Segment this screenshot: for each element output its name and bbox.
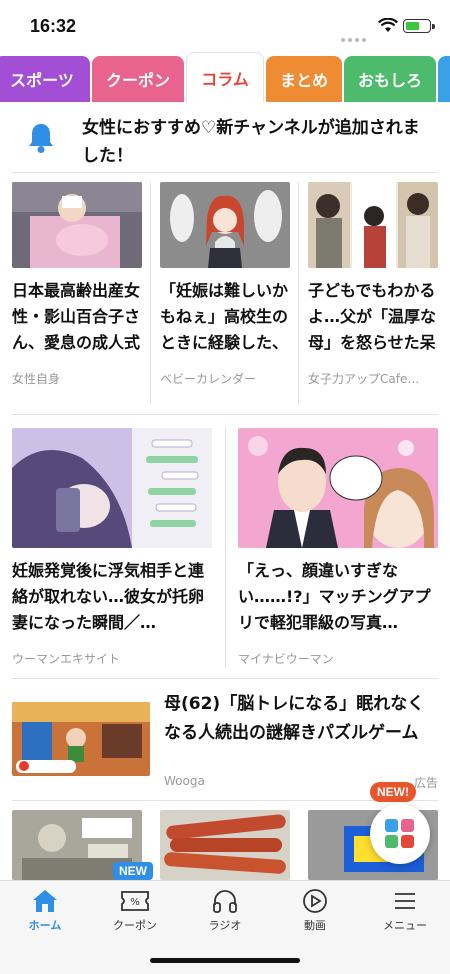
article-card[interactable]: 「妊娠は難しいかもねぇ」高校生のときに経験した、ある出… ベビーカレンダー <box>160 182 290 387</box>
divider <box>298 182 299 404</box>
ad-thumbnail[interactable] <box>12 702 150 776</box>
nav-coupon[interactable]: % クーポン <box>90 887 180 937</box>
bell-icon <box>29 124 53 153</box>
article-thumbnail <box>308 182 438 268</box>
home-indicator <box>150 958 300 963</box>
article-thumbnail <box>12 182 142 268</box>
tab-coupon[interactable]: クーポン <box>92 56 184 102</box>
nav-menu[interactable]: メニュー <box>360 887 450 937</box>
battery-icon <box>403 19 435 33</box>
divider <box>12 414 438 415</box>
nav-label: メニュー <box>383 919 427 932</box>
nav-label: ラジオ <box>208 919 242 932</box>
coupon-new-badge: NEW <box>113 862 153 880</box>
app-grid-icon[interactable] <box>370 804 430 864</box>
tab-omoshiro[interactable]: おもしろ <box>344 56 436 102</box>
coupon-icon: % <box>121 891 149 911</box>
status-time: 16:32 <box>30 16 77 36</box>
divider <box>225 428 226 668</box>
article-title: 日本最高齢出産女性・影山百合子さん、愛息の成人式を独占… <box>12 281 141 352</box>
article-thumbnail[interactable] <box>160 810 290 880</box>
article-title: 「えっ、顔違いすぎない……!?」マッチングアプリで軽犯罪級の写真… <box>238 561 431 632</box>
tab-next-partial[interactable] <box>438 56 450 102</box>
article-source: 女性自身 <box>12 372 61 386</box>
article-card[interactable]: 子どもでもわかるよ…父が「温厚な母」を怒らせた呆れた理… 女子力アップCafe… <box>308 182 438 387</box>
article-source: 女子力アップCafe… <box>308 372 420 386</box>
divider <box>150 182 151 404</box>
menu-icon <box>395 893 415 909</box>
article-title: 子どもでもわかるよ…父が「温厚な母」を怒らせた呆れた理… <box>308 281 437 352</box>
category-tabs: スポーツ クーポン コラム まとめ おもしろ <box>0 52 450 102</box>
divider <box>12 172 438 173</box>
article-thumbnail <box>160 182 290 268</box>
floating-channel-button[interactable]: NEW! <box>366 782 434 866</box>
tab-column[interactable]: コラム <box>186 52 264 102</box>
nav-label: クーポン <box>113 919 157 932</box>
article-source: マイナビウーマン <box>238 652 334 666</box>
article-card[interactable]: 日本最高齢出産女性・影山百合子さん、愛息の成人式を独占… 女性自身 <box>12 182 142 387</box>
article-source: ウーマンエキサイト <box>12 652 121 666</box>
home-icon <box>33 890 57 912</box>
ad-source: Wooga <box>164 774 205 788</box>
divider <box>12 678 438 679</box>
nav-home[interactable]: ホーム <box>0 887 90 937</box>
nav-video[interactable]: 動画 <box>270 887 360 937</box>
notice-text: 女性におすすめ♡新チャンネルが追加されました！ <box>82 118 420 166</box>
svg-text:%: % <box>130 897 140 908</box>
headphones-icon <box>213 890 237 913</box>
play-icon <box>303 889 327 913</box>
article-card[interactable]: 「えっ、顔違いすぎない……!?」マッチングアプリで軽犯罪級の写真… マイナビウー… <box>238 428 438 667</box>
ad-title[interactable]: 母(62)「脳トレになる」眠れなくなる人続出の謎解きパズルゲーム <box>164 690 436 748</box>
article-title: 妊娠発覚後に浮気相手と連絡が取れない…彼女が托卵妻になった瞬間／… <box>12 561 205 632</box>
status-bar: 16:32 <box>0 0 450 52</box>
wifi-icon <box>378 18 398 32</box>
nav-label: 動画 <box>304 919 326 932</box>
fab-new-badge: NEW! <box>370 782 416 802</box>
signal-dots-icon <box>341 27 369 46</box>
nav-label: ホーム <box>28 919 62 932</box>
article-thumbnail <box>12 428 212 548</box>
tab-matome[interactable]: まとめ <box>266 56 342 102</box>
article-title: 「妊娠は難しいかもねぇ」高校生のときに経験した、ある出… <box>160 281 289 352</box>
nav-radio[interactable]: ラジオ <box>180 887 270 937</box>
channel-notice[interactable]: 女性におすすめ♡新チャンネルが追加されました！ <box>0 108 450 172</box>
article-thumbnail <box>238 428 438 548</box>
tab-sports[interactable]: スポーツ <box>0 56 90 102</box>
article-card[interactable]: 妊娠発覚後に浮気相手と連絡が取れない…彼女が托卵妻になった瞬間／… ウーマンエキ… <box>12 428 212 667</box>
article-source: ベビーカレンダー <box>160 372 257 386</box>
